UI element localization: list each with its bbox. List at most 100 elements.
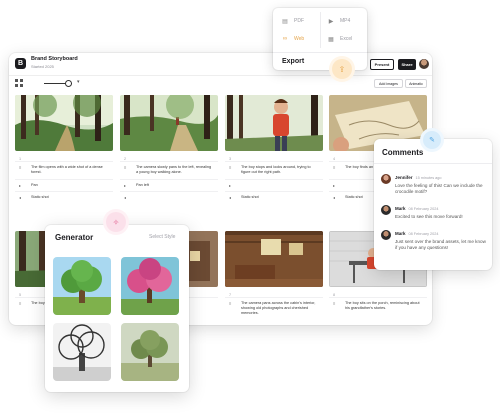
shot-thumbnail[interactable] [225,231,323,287]
shot-description: The boy sits on the porch, reminiscing a… [345,301,420,311]
animatic-button[interactable]: Animatic [405,79,427,88]
project-subtitle: Started 2025 [31,64,54,69]
shot-description: The boy stops and looks around, trying t… [241,165,311,175]
comments-title: Comments [382,148,424,157]
link-icon: ∞ [282,36,288,42]
avatar [381,174,391,184]
generator-panel: Generator Select Style [45,225,189,392]
shot-description: The camera slowly pans to the left, reve… [136,165,212,175]
present-button[interactable]: Present [370,59,394,70]
camera-row[interactable]: ▸ Pan left [120,179,218,191]
shot-description: The film opens with a wide shot of a den… [31,165,103,175]
app-logo[interactable]: B [15,58,26,69]
shot-thumbnail[interactable] [225,95,323,151]
shot-type-icon: ◂ [333,195,336,201]
text-icon: ≡ [229,165,232,170]
shot-description: The camera pans across the cabin's inter… [241,301,316,316]
shot-type: Static shot [241,195,259,200]
shot-type: Static shot [345,195,363,200]
shot-description-row[interactable]: ≡ The camera pans across the cabin's inte… [225,297,323,319]
app-header: B Brand Storyboard Started 2025 Present … [9,53,432,75]
shot-type-row[interactable]: ◂ Static shot [225,191,323,203]
shot-description-row[interactable]: ≡ The film opens with a wide shot of a de… [15,161,113,179]
upload-icon[interactable]: ⇪ [332,59,352,79]
camera-icon: ▸ [333,183,336,188]
divider [320,12,321,48]
shot-type-icon: ◂ [19,195,22,201]
shot-description-row[interactable]: ≡ The boy stops and looks around, trying … [225,161,323,179]
user-avatar[interactable] [419,59,429,69]
export-web-option[interactable]: ∞ Web [281,30,304,48]
sparkle-icon[interactable]: ✧ [106,212,126,232]
shot-thumbnail[interactable] [120,95,218,151]
shot-type-icon: ◂ [229,195,232,201]
shot-card[interactable]: 7 ≡ The camera pans across the cabin's in… [225,231,323,319]
comment-author: Mark 08 February 2024 [395,206,439,211]
pdf-icon: ▤ [282,18,288,25]
comment-text: Excited to see this move forward! [395,214,463,219]
shot-type: Static shot [31,195,49,200]
project-title[interactable]: Brand Storyboard [31,56,78,62]
select-style-button[interactable]: Select Style [149,234,175,240]
shot-description-row[interactable]: ≡ The camera slowly pans to the left, rev… [120,161,218,179]
camera-row[interactable]: ▸ Pan [15,179,113,191]
text-icon: ≡ [19,165,22,170]
shot-type-row[interactable]: ◂ Static shot [15,191,113,203]
comment-author: Mark 08 February 2024 [395,231,439,236]
export-option-label: Web [294,36,305,42]
shot-card[interactable]: 1 ≡ The film opens with a wide shot of a … [15,95,113,204]
generated-image[interactable] [53,323,111,381]
shot-card[interactable]: 3 ≡ The boy stops and looks around, tryin… [225,95,323,204]
camera-icon: ▸ [124,183,127,188]
export-title[interactable]: Export [282,58,304,65]
shot-thumbnail[interactable] [15,95,113,151]
generated-image[interactable] [121,257,179,315]
author-name: Jennifer [395,175,413,180]
export-excel-option[interactable]: ▦ Excel [327,30,352,48]
comment-icon[interactable]: ✎ [423,131,441,149]
comments-panel: Comments Jennifer 15 minutes ago Love the… [374,139,492,270]
comment-author: Jennifer 15 minutes ago [395,175,441,180]
divider [374,163,492,164]
camera-row[interactable]: ▸ [225,179,323,191]
chevron-down-icon[interactable]: ▾ [77,79,80,85]
author-name: Mark [395,206,406,211]
comment-time: 08 February 2024 [408,207,439,211]
divider [273,52,367,53]
shot-type-row[interactable]: ◂ [120,191,218,203]
shot-description-row[interactable]: ≡ The boy sits on the porch, reminiscing … [329,297,427,315]
video-icon: ▶ [328,18,334,25]
generated-image[interactable] [121,323,179,381]
generator-title: Generator [55,233,94,242]
export-option-label: PDF [294,18,304,24]
camera-move: Pan [31,183,38,187]
text-icon: ≡ [333,301,336,306]
avatar [381,205,391,215]
grid-view-icon[interactable] [15,79,23,87]
text-icon: ≡ [333,165,336,170]
shot-card[interactable]: 2 ≡ The camera slowly pans to the left, r… [120,95,218,204]
table-icon: ▦ [328,36,334,43]
export-mp4-option[interactable]: ▶ MP4 [327,12,351,30]
comment-time: 15 minutes ago [415,176,442,180]
camera-move: Pan left [136,183,149,187]
text-icon: ≡ [19,301,22,306]
export-option-label: Excel [340,36,353,42]
comment-text: Just sent over the brand assets, let me … [395,239,486,251]
storyboard-toolbar: ▾ Add images Animatic ⋮ [9,75,432,89]
comment-text: Love the feeling of this! Can we include… [395,183,483,195]
camera-icon: ▸ [19,183,22,188]
text-icon: ≡ [229,301,232,306]
avatar [381,230,391,240]
share-button[interactable]: Share [398,59,416,70]
text-icon: ≡ [124,165,127,170]
export-menu: ▤ PDF ▶ MP4 ∞ Web ▦ Excel Export [273,8,367,70]
export-pdf-option[interactable]: ▤ PDF [281,12,304,30]
comment-time: 08 February 2024 [408,232,439,236]
generated-image[interactable] [53,257,111,315]
camera-icon: ▸ [229,183,232,188]
export-option-label: MP4 [340,18,351,24]
add-images-button[interactable]: Add images [374,79,403,88]
zoom-slider-handle[interactable] [65,80,72,87]
shot-type-icon: ◂ [124,195,127,201]
